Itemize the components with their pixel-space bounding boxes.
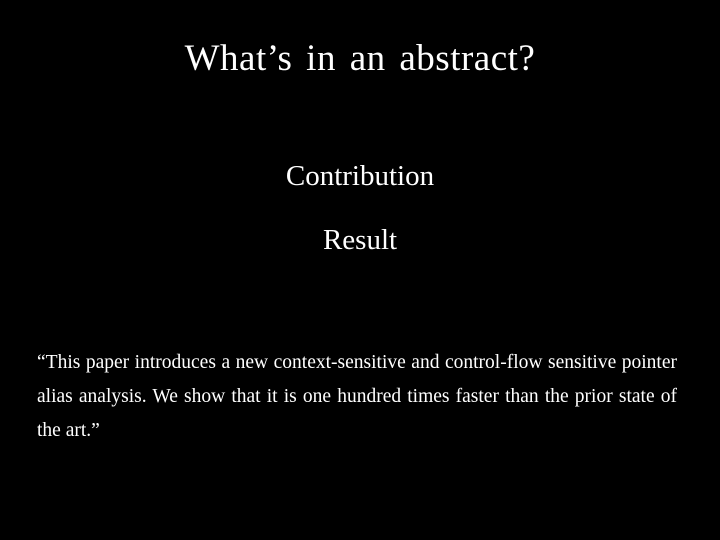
- abstract-quote: “This paper introduces a new context-sen…: [37, 352, 677, 441]
- result-item: Result: [322, 224, 398, 256]
- contribution-item: Contribution: [285, 160, 435, 192]
- slide-title: What’s in an abstract?: [184, 38, 536, 79]
- slide: What’s in an abstract? Contribution Resu…: [0, 0, 720, 540]
